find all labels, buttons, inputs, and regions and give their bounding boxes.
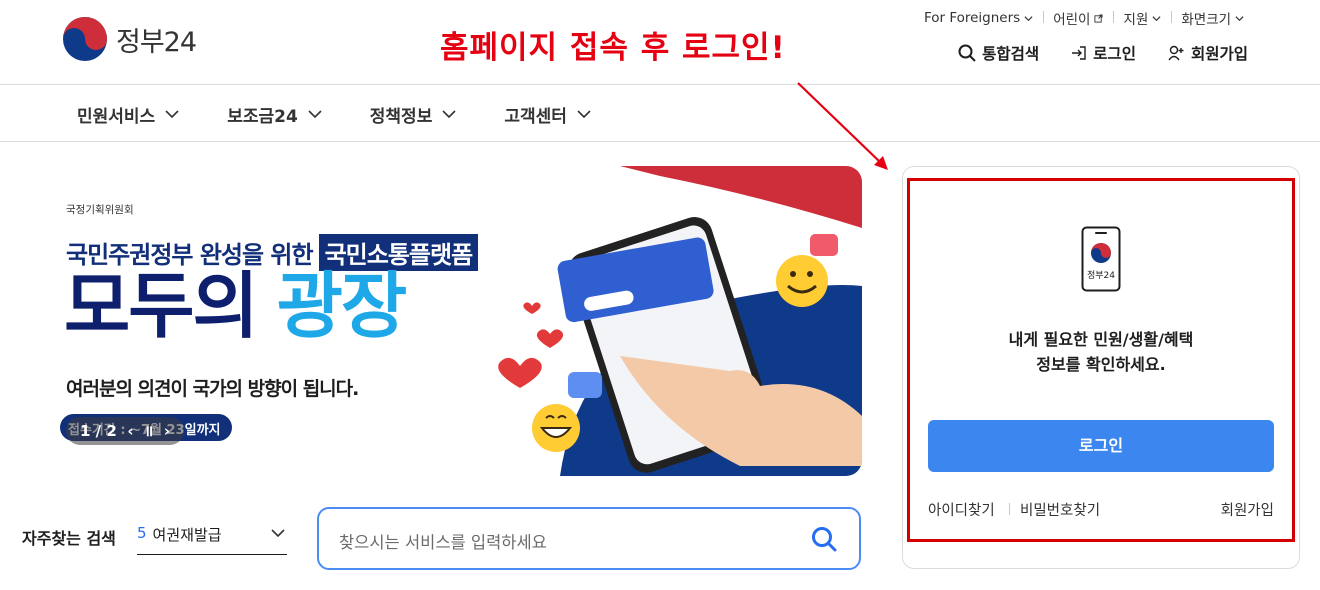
login-card-message: 내게 필요한 민원/생활/혜택 정보를 확인하세요.: [902, 327, 1300, 377]
nav-subsidy[interactable]: 보조금24: [227, 102, 322, 127]
annotation-arrow: [797, 82, 888, 170]
util-label: 화면크기: [1181, 12, 1231, 28]
login-icon: [1072, 46, 1086, 60]
util-foreigners[interactable]: For Foreigners: [914, 10, 1043, 26]
login-button[interactable]: 로그인: [928, 420, 1274, 472]
search-icon: [958, 44, 976, 62]
banner-title-accent: 광장: [276, 264, 407, 348]
next-icon[interactable]: ›: [164, 422, 170, 440]
service-search-box[interactable]: 찾으시는 서비스를 입력하세요: [317, 507, 861, 570]
signup-link[interactable]: 회원가입: [1221, 499, 1274, 520]
phone-app-icon: [1081, 226, 1121, 292]
link-divider: [1009, 503, 1010, 515]
integrated-search-label: 통합검색: [982, 45, 1040, 63]
banner-title-main: 모두의: [64, 264, 259, 348]
pause-icon[interactable]: ॥: [144, 421, 153, 441]
phone-app-icon-label: 정부24: [1086, 271, 1115, 281]
pager-count: 1 / 2: [80, 422, 117, 440]
favorites-value: 여권재발급: [152, 526, 222, 544]
promo-banner[interactable]: 국정기획위원회 국민주권정부 완성을 위한 국민소통플랫폼 모두의 광장 여러분의…: [60, 166, 862, 476]
nav-label: 민원서비스: [77, 107, 156, 127]
nav-label: 고객센터: [504, 107, 567, 127]
chevron-down-icon: [271, 529, 285, 538]
util-label: For Foreigners: [923, 10, 1021, 26]
banner-sponsor: 국정기획위원회: [66, 204, 134, 216]
nav-customer-center[interactable]: 고객센터: [504, 102, 591, 127]
util-zoom[interactable]: 화면크기: [1171, 8, 1254, 28]
util-label: 지원: [1123, 12, 1149, 28]
chevron-down-icon: [1024, 15, 1033, 21]
nav-label: 정책정보: [369, 107, 433, 127]
chevron-down-icon: [1235, 15, 1244, 21]
chevron-down-icon: [308, 110, 322, 119]
integrated-search-button[interactable]: 통합검색: [958, 42, 1039, 64]
favorites-label: 자주찾는 검색: [22, 529, 116, 548]
banner-pager[interactable]: 1 / 2 ‹ ॥ ›: [66, 417, 184, 445]
banner-description: 여러분의 의견이 국가의 방향이 됩니다.: [66, 378, 359, 400]
external-link-icon: [1094, 13, 1104, 23]
find-password-link[interactable]: 비밀번호찾기: [1020, 499, 1100, 520]
main-nav: 민원서비스 보조금24 정책정보 고객센터: [0, 86, 1320, 142]
search-icon[interactable]: [811, 526, 837, 552]
find-id-link[interactable]: 아이디찾기: [928, 499, 995, 520]
instruction-annotation: 홈페이지 접속 후 로그인!: [440, 30, 786, 66]
util-support[interactable]: 지원: [1113, 8, 1171, 28]
banner-title: 모두의 광장: [64, 270, 407, 342]
search-input[interactable]: 찾으시는 서비스를 입력하세요: [339, 529, 547, 553]
utility-nav: For Foreigners 어린이 지원 화면크기: [914, 8, 1254, 28]
favorites-select[interactable]: 5 여권재발급: [137, 524, 287, 555]
prev-icon[interactable]: ‹: [127, 422, 133, 440]
chevron-down-icon: [577, 110, 591, 119]
header-login-button[interactable]: 로그인: [1071, 42, 1136, 64]
chevron-down-icon: [442, 110, 456, 119]
site-logo[interactable]: 정부24: [62, 16, 197, 62]
header-signup-label: 회원가입: [1190, 45, 1248, 63]
header-login-label: 로그인: [1093, 45, 1136, 63]
add-user-icon: [1168, 45, 1184, 61]
nav-policy[interactable]: 정책정보: [370, 102, 457, 127]
nav-civil-service[interactable]: 민원서비스: [77, 102, 179, 127]
header-actions: 통합검색 로그인 회원가입: [958, 42, 1248, 64]
login-card-message-line2: 정보를 확인하세요.: [1036, 355, 1166, 374]
taegeuk-logo-icon: [63, 17, 107, 61]
nav-label: 보조금24: [227, 107, 298, 127]
util-kids[interactable]: 어린이: [1043, 8, 1113, 28]
chevron-down-icon: [1152, 15, 1161, 21]
favorites-rank: 5: [137, 524, 147, 542]
chevron-down-icon: [165, 110, 179, 119]
site-header: 정부24 홈페이지 접속 후 로그인! For Foreigners 어린이 지…: [0, 0, 1320, 85]
header-signup-button[interactable]: 회원가입: [1168, 42, 1248, 64]
brand-name: 정부24: [116, 26, 197, 58]
util-label: 어린이: [1053, 12, 1091, 28]
login-card-message-line1: 내게 필요한 민원/생활/혜택: [1008, 330, 1194, 349]
